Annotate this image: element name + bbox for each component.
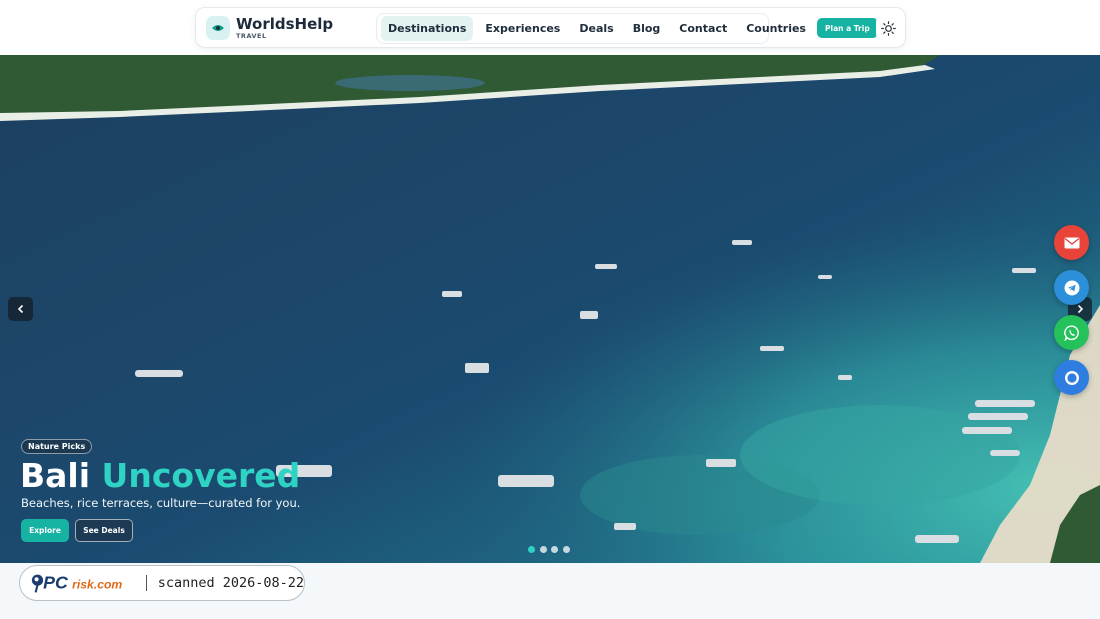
nav-item-experiences[interactable]: Experiences — [478, 16, 567, 41]
site-header: WorldsHelp TRAVEL Destinations Experienc… — [195, 7, 906, 48]
eye-logo-icon — [212, 25, 224, 31]
telegram-icon — [1064, 280, 1079, 295]
chat-icon — [1064, 370, 1079, 385]
mail-icon — [1064, 237, 1079, 248]
brand-tagline: TRAVEL — [236, 31, 267, 40]
see-deals-button[interactable]: See Deals — [75, 519, 133, 542]
sun-icon — [880, 20, 896, 36]
svg-text:PC: PC — [43, 573, 69, 593]
brand-name: WorldsHelp — [236, 14, 334, 33]
hero-title-main: Bali — [20, 456, 91, 495]
hero-badge: Nature Picks — [21, 439, 93, 454]
telegram-contact-button[interactable] — [1054, 270, 1089, 305]
logo-mark — [206, 16, 230, 40]
whatsapp-contact-button[interactable] — [1054, 315, 1089, 350]
nav-item-deals[interactable]: Deals — [572, 16, 620, 41]
brand-logo[interactable]: WorldsHelp TRAVEL — [206, 16, 333, 40]
svg-text:risk.com: risk.com — [72, 578, 122, 592]
hero-subtitle: Beaches, rice terraces, culture—curated … — [21, 496, 301, 510]
hero-title-accent: Uncovered — [101, 456, 301, 495]
plan-trip-button[interactable]: Plan a Trip — [817, 18, 878, 38]
nav-item-blog[interactable]: Blog — [626, 16, 668, 41]
carousel-dots — [528, 546, 574, 553]
explore-button[interactable]: Explore — [21, 519, 69, 542]
watermark-stamp: PC risk.com scanned 2026-08-22 — [19, 565, 305, 601]
theme-toggle-button[interactable] — [876, 16, 900, 40]
live-chat-button[interactable] — [1054, 360, 1089, 395]
chevron-right-icon — [1077, 304, 1084, 314]
nav-item-destinations[interactable]: Destinations — [381, 16, 474, 41]
main-nav: Destinations Experiences Deals Blog Cont… — [376, 13, 806, 44]
nav-item-countries[interactable]: Countries — [739, 16, 813, 41]
nav-item-contact[interactable]: Contact — [672, 16, 734, 41]
carousel-dot[interactable] — [551, 546, 558, 553]
carousel-dot[interactable] — [528, 546, 535, 553]
hero-carousel: Nature Picks Bali Uncovered Beaches, ric… — [0, 55, 1100, 563]
whatsapp-icon — [1063, 325, 1079, 341]
email-contact-button[interactable] — [1054, 225, 1089, 260]
carousel-dot[interactable] — [562, 546, 570, 553]
stamp-divider — [145, 575, 147, 591]
carousel-dot[interactable] — [539, 546, 547, 553]
hero-title: Bali Uncovered — [20, 456, 300, 495]
pcrisk-logo: PC risk.com — [31, 573, 122, 593]
scan-date-text: scanned 2026-08-22 — [157, 575, 304, 591]
chevron-left-icon — [17, 304, 23, 314]
carousel-prev-button[interactable] — [8, 297, 33, 321]
